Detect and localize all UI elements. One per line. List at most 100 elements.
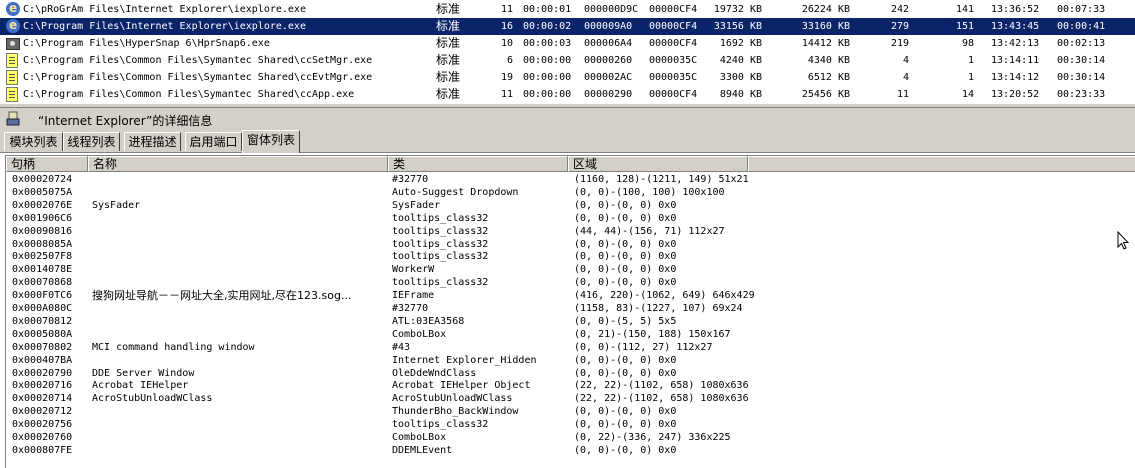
window-row[interactable]: 0x00020790 DDE Server Window OleDdeWndClas… xyxy=(6,367,1135,380)
document-icon xyxy=(6,53,18,68)
document-icon xyxy=(6,70,18,85)
window-handle: 0x00020714 xyxy=(12,393,73,405)
window-row[interactable]: 0x00070868 tooltips_class32 (0, 0)-(0, 0) … xyxy=(6,276,1135,289)
column-filler xyxy=(748,156,1135,172)
process-pid: 000000D9C xyxy=(584,4,639,15)
process-pid: 00000260 xyxy=(584,55,633,66)
window-row[interactable]: 0x00020714 AcroStubUnloadWClass AcroStubUn… xyxy=(6,392,1135,405)
window-row[interactable]: 0x00020756 tooltips_class32 (0, 0)-(0, 0) … xyxy=(6,418,1135,431)
process-memory: 8940 KB xyxy=(719,89,762,100)
window-row[interactable]: 0x00020724 #32770 (1160, 128)-(1211, 149) … xyxy=(6,173,1135,186)
process-row[interactable]: C:\Program Files\Common Files\Symantec S… xyxy=(0,69,1135,86)
process-row[interactable]: C:\Program Files\Internet Explorer\iexpl… xyxy=(0,18,1135,35)
window-row[interactable]: 0x00020712 ThunderBho_BackWindow (0, 0)-(0… xyxy=(6,405,1135,418)
window-row[interactable]: 0x0014078E WorkerW (0, 0)-(0, 0) 0x0 xyxy=(6,263,1135,276)
window-handle: 0x00020760 xyxy=(12,432,73,443)
process-elapsed: 00:00:41 xyxy=(1057,21,1106,32)
window-class: tooltips_class32 xyxy=(392,238,489,250)
window-row[interactable]: 0x000807FE DDEMLEvent (0, 0)-(0, 0) 0x0 xyxy=(6,444,1135,457)
process-start: 13:36:52 xyxy=(991,4,1040,15)
window-handle: 0x000A080C xyxy=(12,303,73,314)
window-region: (0, 0)-(0, 0) 0x0 xyxy=(574,444,677,456)
window-row[interactable]: 0x0005075A Auto-Suggest Dropdown (0, 0)-(1… xyxy=(6,186,1135,199)
window-row[interactable]: 0x001906C6 tooltips_class32 (0, 0)-(0, 0) … xyxy=(6,212,1135,225)
tab-modules[interactable]: 模块列表 xyxy=(4,132,63,151)
window-handle: 0x0005080A xyxy=(12,328,73,340)
process-memory: 33156 KB xyxy=(713,21,762,32)
column-class[interactable]: 类 xyxy=(388,156,568,172)
process-gdi: 14 xyxy=(961,89,974,100)
window-region: (0, 0)-(0, 0) 0x0 xyxy=(574,264,677,276)
window-row[interactable]: 0x00070802 MCI command handling window #43… xyxy=(6,341,1135,354)
process-priority: 标准 xyxy=(436,53,461,67)
window-row[interactable]: 0x00020760 ComboLBox (0, 22)-(336, 247) 33… xyxy=(6,431,1135,444)
window-region: (22, 22)-(1102, 658) 1080x636 xyxy=(574,393,749,405)
process-path: C:\Program Files\Common Files\Symantec S… xyxy=(23,55,373,66)
window-row[interactable]: 0x000407BA Internet Explorer_Hidden (0, 0)… xyxy=(6,354,1135,367)
window-row[interactable]: 0x0002076E SysFader SysFader (0, 0)-(0, 0) … xyxy=(6,199,1135,212)
details-icon xyxy=(6,111,20,126)
window-class: tooltips_class32 xyxy=(392,225,489,237)
window-handle: 0x0005075A xyxy=(12,186,73,198)
window-class: SysFader xyxy=(392,199,441,211)
ie-icon xyxy=(6,18,20,33)
window-class: #32770 xyxy=(392,303,429,314)
process-start: 13:43:45 xyxy=(991,21,1040,32)
process-ppid: 00000CF4 xyxy=(649,38,698,49)
window-list-header: 句柄 名称类区域 xyxy=(6,156,1135,172)
window-region: (416, 220)-(1062, 649) 646x429 xyxy=(574,290,755,302)
process-ppid: 00000CF4 xyxy=(649,89,698,100)
process-vm: 6512 KB xyxy=(807,72,850,83)
window-handle: 0x000407BA xyxy=(12,354,73,366)
process-row[interactable]: C:\pRoGrAm Files\Internet Explorer\iexpl… xyxy=(0,1,1135,18)
window-row[interactable]: 0x000F0TC6 搜狗网址导航－－网址大全,实用网址,尽在123.sog...… xyxy=(6,289,1135,302)
window-class: tooltips_class32 xyxy=(392,212,489,224)
process-threads: 19 xyxy=(500,72,513,83)
window-class: #32770 xyxy=(392,174,429,185)
window-region: (0, 0)-(0, 0) 0x0 xyxy=(574,354,677,366)
window-name: 搜狗网址导航－－网址大全,实用网址,尽在123.sog... xyxy=(92,289,352,303)
process-cpu-time: 00:00:00 xyxy=(523,89,572,100)
window-row[interactable]: 0x00020716 Acrobat IEHelper Acrobat IEHelp… xyxy=(6,379,1135,392)
window-row[interactable]: 0x002507F8 tooltips_class32 (0, 0)-(0, 0) … xyxy=(6,250,1135,263)
process-row[interactable]: C:\Program Files\Common Files\Symantec S… xyxy=(0,52,1135,69)
window-region: (0, 0)-(0, 0) 0x0 xyxy=(574,406,677,418)
process-vm: 33160 KB xyxy=(801,21,850,32)
window-row[interactable]: 0x0008085A tooltips_class32 (0, 0)-(0, 0) … xyxy=(6,238,1135,251)
window-row[interactable]: 0x00070812 ATL:03EA3568 (0, 0)-(5, 5) 5x5 xyxy=(6,315,1135,328)
column-name[interactable]: 名称 xyxy=(88,156,388,172)
tab-description[interactable]: 进程描述 xyxy=(124,132,181,151)
process-gdi: 98 xyxy=(961,38,974,49)
column-region[interactable]: 区域 xyxy=(568,156,748,172)
tab-windows[interactable]: 窗体列表 xyxy=(242,130,300,153)
details-bar: “Internet Explorer”的详细信息 xyxy=(0,108,1135,130)
window-row[interactable]: 0x0005080A ComboLBox (0, 21)-(150, 188) 15… xyxy=(6,328,1135,341)
window-region: (0, 0)-(0, 0) 0x0 xyxy=(574,277,677,289)
process-ppid: 0000035C xyxy=(649,72,698,83)
process-row[interactable]: C:\Program Files\HyperSnap 6\HprSnap6.ex… xyxy=(0,35,1135,52)
process-path: C:\Program Files\Internet Explorer\iexpl… xyxy=(23,21,306,32)
tab-threads[interactable]: 线程列表 xyxy=(63,132,120,151)
window-region: (22, 22)-(1102, 658) 1080x636 xyxy=(574,380,749,392)
process-pid: 000002AC xyxy=(584,72,633,83)
process-gdi: 1 xyxy=(967,55,974,66)
column-handle[interactable]: 句柄 xyxy=(6,156,88,172)
process-elapsed: 00:02:13 xyxy=(1057,38,1106,49)
window-class: IEFrame xyxy=(392,290,435,302)
window-row[interactable]: 0x00090816 tooltips_class32 (44, 44)-(156,… xyxy=(6,225,1135,238)
window-row[interactable]: 0x000A080C #32770 (1158, 83)-(1227, 107) 6… xyxy=(6,302,1135,315)
process-path: C:\Program Files\Common Files\Symantec S… xyxy=(23,72,373,83)
process-list[interactable]: C:\pRoGrAm Files\Internet Explorer\iexpl… xyxy=(0,0,1135,103)
process-start: 13:14:12 xyxy=(991,72,1040,83)
process-path: C:\pRoGrAm Files\Internet Explorer\iexpl… xyxy=(23,4,306,15)
process-row[interactable]: C:\Program Files\Common Files\Symantec S… xyxy=(0,86,1135,103)
process-ppid: 00000CF4 xyxy=(649,4,698,15)
tab-ports[interactable]: 启用端口 xyxy=(185,132,242,151)
process-threads: 11 xyxy=(500,89,513,100)
window-class: Acrobat IEHelper Object xyxy=(392,380,531,392)
process-gdi: 1 xyxy=(967,72,974,83)
process-threads: 6 xyxy=(506,55,513,66)
process-start: 13:20:52 xyxy=(991,89,1040,100)
window-class: ATL:03EA3568 xyxy=(392,315,465,327)
window-list[interactable]: 句柄 名称类区域 0x00020724 #32770 (1160, 128)-(121… xyxy=(5,155,1135,468)
